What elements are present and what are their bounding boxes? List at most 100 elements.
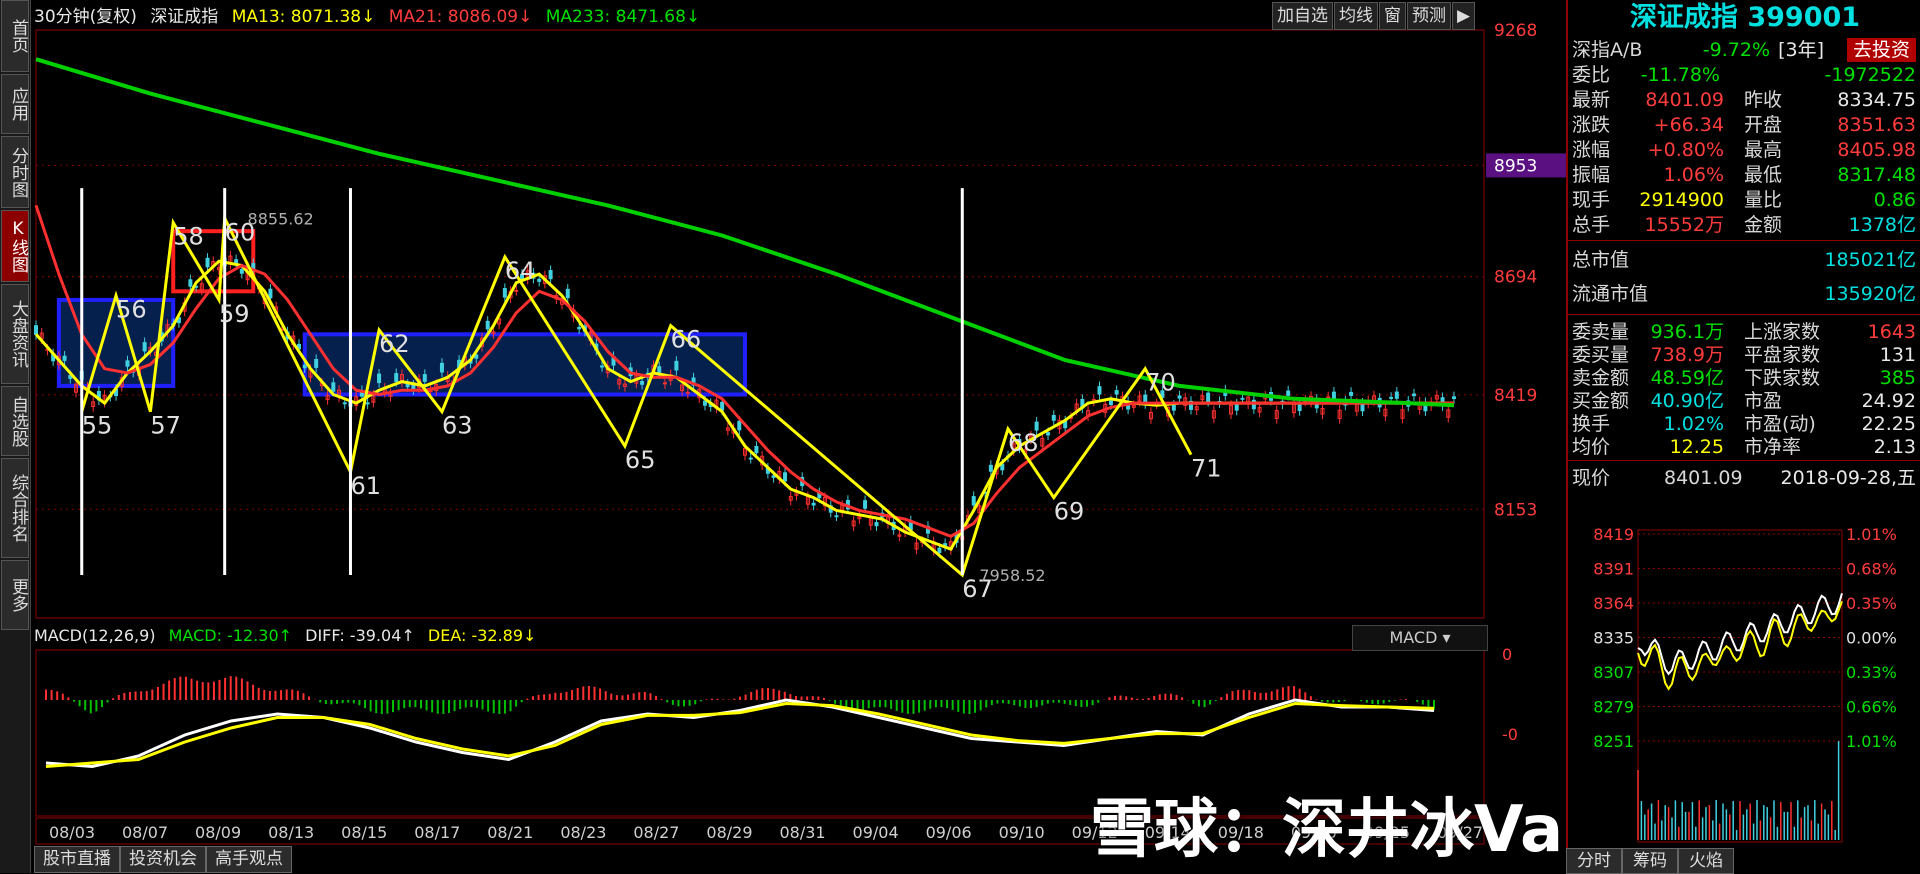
price-tick: 8694: [1494, 268, 1537, 288]
toolbar-button-3[interactable]: 预测: [1407, 2, 1451, 30]
candle-body: [1046, 432, 1051, 436]
expand-icon[interactable]: ▶: [1452, 2, 1476, 30]
quote-row: 总手 15552万 金额 1378亿: [1568, 211, 1920, 239]
candle-body: [874, 522, 879, 527]
candle-body: [485, 320, 490, 330]
chevron-down-icon: ▾: [1442, 628, 1451, 647]
candle-body: [548, 270, 553, 280]
candle-body: [205, 257, 210, 268]
index-name: 深证成指: [150, 7, 219, 27]
mini-date: 2018-09-28,五: [1780, 467, 1916, 489]
date-tick: 08/21: [487, 823, 533, 842]
mini-pct: 1.01%: [1846, 732, 1897, 751]
wave-label: 70: [1145, 369, 1176, 397]
quote-label: 金额: [1744, 214, 1783, 236]
candle-body: [1389, 396, 1394, 399]
indicator-select-label: MACD: [1389, 628, 1438, 647]
wave-label: 61: [350, 472, 381, 500]
date-tick: 09/04: [853, 823, 899, 842]
mini-tab-2[interactable]: 火焰: [1678, 848, 1734, 874]
candle-body: [439, 362, 444, 373]
candle-body: [394, 373, 399, 383]
candle-body: [142, 342, 147, 352]
mini-tab-0[interactable]: 分时: [1566, 848, 1622, 874]
quote-label: 量比: [1744, 189, 1783, 211]
price-tick: 8153: [1494, 500, 1537, 520]
left-tab-5[interactable]: 自选股: [1, 386, 29, 456]
left-tab-2[interactable]: 分时图: [1, 136, 29, 208]
quote-value: 1378亿: [1848, 214, 1916, 236]
candle-body: [720, 401, 725, 411]
candle-body: [1286, 390, 1291, 396]
mini-tick: 8364: [1593, 594, 1634, 613]
quote-value: 135920亿: [1824, 283, 1916, 305]
wave-label: 64: [505, 257, 536, 285]
mini-header: 现价 8401.09 2018-09-28,五: [1568, 464, 1920, 492]
left-tab-bar: 首页 应用 分时图 K线图 大盘资讯 自选股 综合排名 更多: [0, 0, 31, 873]
left-tab-0[interactable]: 首页: [1, 0, 29, 72]
quote-row: 总市值 185021亿: [1568, 246, 1920, 274]
price-tick: 8953: [1494, 156, 1537, 176]
macd-diff-line: [45, 698, 1435, 769]
mini-price-label: 现价: [1572, 467, 1611, 489]
mini-pct: 0.33%: [1846, 663, 1897, 682]
mini-avg-line: [1637, 600, 1843, 691]
diff-value: DIFF: -39.04↑: [305, 626, 415, 645]
quote-value: -9.72%: [1702, 39, 1770, 61]
price-tick: 9268: [1494, 21, 1537, 41]
bottom-tab-2[interactable]: 高手观点: [206, 846, 292, 873]
quote-row: 涨跌 +66.34 开盘 8351.63: [1568, 111, 1920, 139]
wave-label: 68: [1008, 429, 1039, 457]
kline-chart[interactable]: 55565758 608855.6259616263646566677958.52…: [32, 0, 1566, 846]
candle-body: [937, 547, 942, 554]
wave-label: 69: [1054, 498, 1085, 526]
invest-button[interactable]: 去投资: [1846, 38, 1916, 62]
quote-value: +66.34: [1653, 114, 1724, 136]
ma233-label: MA233: 8471.68↓: [545, 7, 701, 27]
quote-row: 委比 -11.78% -1972522: [1568, 61, 1920, 89]
wave-label: 63: [442, 412, 473, 440]
toolbar-button-0[interactable]: 加自选: [1272, 2, 1333, 30]
candle-body: [783, 472, 788, 482]
left-tab-1[interactable]: 应用: [1, 74, 29, 134]
mini-tick: 8419: [1593, 528, 1634, 544]
candle-body: [1349, 391, 1354, 396]
candle-body: [1240, 397, 1245, 400]
macd-value: MACD: -12.30↑: [168, 626, 293, 645]
bottom-tab-0[interactable]: 股市直播: [34, 846, 120, 873]
toolbar-button-2[interactable]: 窗: [1379, 2, 1406, 30]
quote-label: 昨收: [1744, 89, 1783, 111]
candle-body: [754, 445, 759, 454]
quote-value: 2914900: [1639, 189, 1724, 211]
ma13-label: MA13: 8071.38↓: [231, 7, 376, 27]
quote-label: 总市值: [1572, 249, 1630, 271]
quote-label: 现手: [1572, 189, 1611, 211]
candle-body: [1297, 403, 1302, 412]
mini-tab-1[interactable]: 筹码: [1622, 848, 1678, 874]
candle-body: [268, 288, 273, 299]
quote-label: 均价: [1572, 436, 1611, 458]
bottom-tab-1[interactable]: 投资机会: [120, 846, 206, 873]
intraday-mini-chart[interactable]: 8419 1.01% 8391 0.68% 8364 0.35% 8335 0.00% 8307…: [1568, 528, 1920, 846]
quote-value: 1.06%: [1663, 164, 1724, 186]
toolbar-button-1[interactable]: 均线: [1334, 2, 1378, 30]
quote-value: 15552万: [1644, 214, 1724, 236]
date-tick: 08/15: [341, 823, 387, 842]
date-tick: 08/31: [779, 823, 825, 842]
wave-label: 65: [625, 446, 656, 474]
left-tab-4[interactable]: 大盘资讯: [1, 284, 29, 384]
candle-body: [662, 382, 667, 385]
quote-value: -11.78%: [1640, 64, 1720, 86]
candle-body: [1171, 404, 1176, 411]
candle-body: [863, 500, 868, 509]
candle-body: [811, 502, 816, 506]
left-tab-6[interactable]: 综合排名: [1, 458, 29, 558]
left-tab-7[interactable]: 更多: [1, 560, 29, 630]
indicator-select[interactable]: MACD ▾: [1352, 625, 1488, 651]
left-tab-3[interactable]: K线图: [1, 210, 29, 282]
candle-body: [342, 402, 347, 405]
mini-tick: 8307: [1593, 663, 1634, 682]
candle-body: [1206, 392, 1211, 402]
date-tick: 08/13: [268, 823, 314, 842]
candle-body: [302, 364, 307, 369]
